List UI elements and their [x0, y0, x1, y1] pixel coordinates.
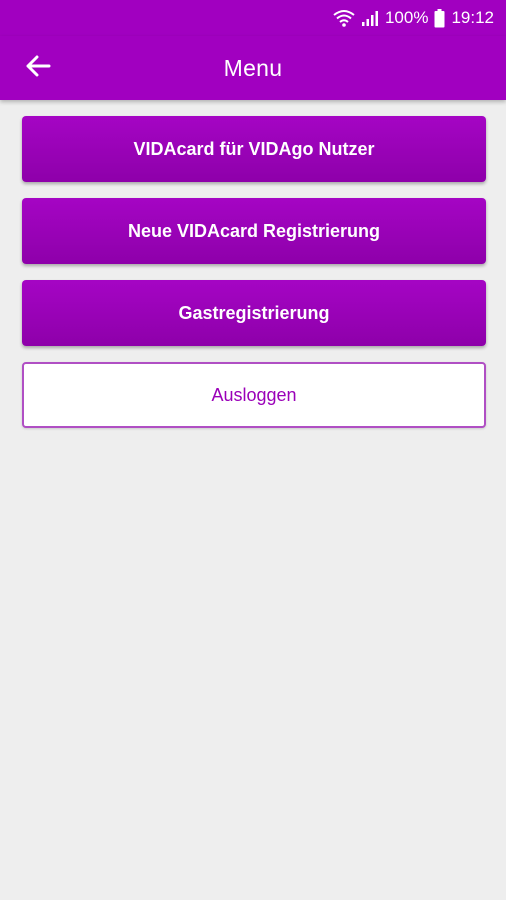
button-label: Ausloggen [211, 384, 297, 405]
wifi-icon [333, 9, 355, 27]
battery-icon [434, 8, 445, 28]
button-label: Gastregistrierung [178, 302, 330, 323]
button-label: Neue VIDAcard Registrierung [127, 220, 381, 241]
new-vidacard-registration-button[interactable]: Neue VIDAcard Registrierung [22, 198, 486, 264]
logout-button[interactable]: Ausloggen [22, 362, 486, 428]
clock: 19:12 [451, 8, 494, 27]
status-bar: 100% 19:12 [0, 0, 506, 36]
battery-percent: 100% [384, 8, 429, 27]
menu-list: VIDAcard für VIDAgo Nutzer Neue VIDAcard… [22, 116, 486, 444]
app-bar: Menu [0, 36, 506, 100]
signal-icon [361, 9, 379, 27]
guest-registration-button[interactable]: Gastregistrierung [22, 280, 486, 346]
page-title: Menu [223, 54, 283, 81]
button-label: VIDAcard für VIDAgo Nutzer [133, 138, 375, 159]
vidacard-vidago-user-button[interactable]: VIDAcard für VIDAgo Nutzer [22, 116, 486, 182]
